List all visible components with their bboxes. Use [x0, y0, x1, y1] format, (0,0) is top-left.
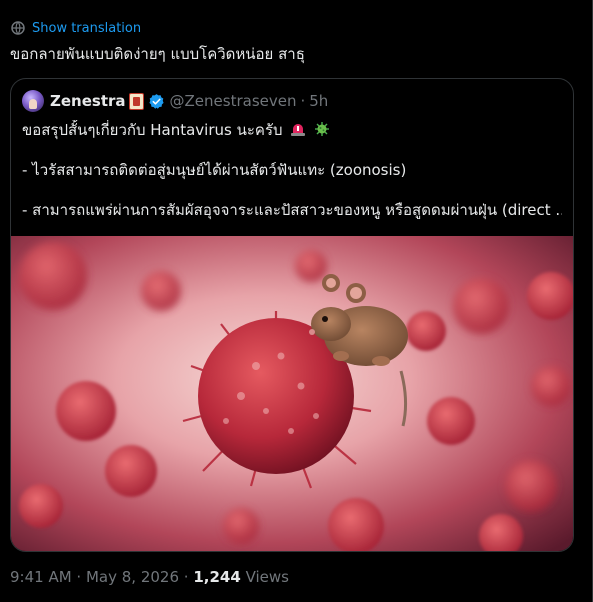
avatar[interactable] — [22, 90, 44, 112]
show-translation-label[interactable]: Show translation — [32, 21, 141, 36]
verified-icon — [148, 93, 164, 109]
meta-separator-dot: · — [183, 568, 189, 586]
quote-time-ago[interactable]: 5h — [309, 92, 328, 110]
quote-handle[interactable]: @Zenestraseven — [170, 92, 297, 110]
attached-image-mouse-on-virus[interactable] — [11, 236, 573, 551]
microbe-icon — [315, 122, 330, 136]
tweet-timestamp[interactable]: 9:41 AM · May 8, 2026 — [10, 568, 179, 586]
post-text: ขอกลายพันแบบติดง่ายๆ แบบโควิดหน่อย สาธุ — [10, 45, 305, 63]
views-count: 1,244 — [193, 568, 241, 586]
quote-line-3: - สามารถแพร่ผ่านการสัมผัสอุจจาระและปัสสา… — [22, 201, 562, 219]
show-translation-button[interactable]: Show translation — [10, 20, 141, 36]
quoted-tweet-card[interactable]: Zenestra @Zenestraseven · 5h ขอสรุปสั้นๆ… — [10, 78, 574, 552]
globe-icon — [11, 21, 25, 35]
tweet-detail: Show translation ขอกลายพันแบบติดง่ายๆ แบ… — [0, 0, 593, 602]
quote-line-2: - ไวรัสสามารถติดต่อสู่มนุษย์ได้ผ่านสัตว์… — [22, 161, 407, 179]
joker-card-emoji-icon — [128, 92, 144, 110]
quote-line-1-text: ขอสรุปสั้นๆเกี่ยวกับ Hantavirus นะครับ — [22, 121, 283, 139]
quote-header: Zenestra @Zenestraseven · 5h — [22, 90, 328, 112]
quote-line-1: ขอสรุปสั้นๆเกี่ยวกับ Hantavirus นะครับ — [22, 120, 562, 140]
siren-icon — [291, 124, 306, 136]
tweet-meta: 9:41 AM · May 8, 2026 · 1,244 Views — [10, 568, 289, 586]
separator-dot: · — [300, 92, 306, 110]
virus-illustration — [11, 236, 573, 551]
quote-body: ขอสรุปสั้นๆเกี่ยวกับ Hantavirus นะครับ -… — [22, 120, 562, 220]
quote-display-name[interactable]: Zenestra — [50, 92, 126, 110]
views-label: Views — [245, 568, 289, 586]
